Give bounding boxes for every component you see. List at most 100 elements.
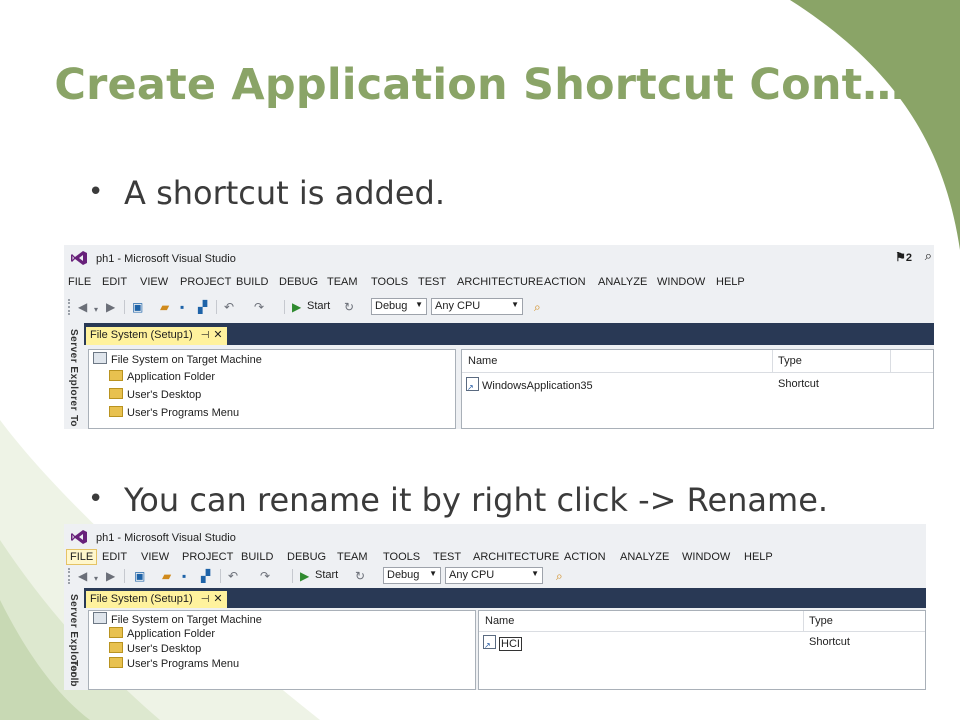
list-item[interactable]: HCI bbox=[483, 635, 522, 651]
quick-launch-icon[interactable]: ⌕ bbox=[925, 248, 932, 264]
dropdown-arrow-icon[interactable]: ▾ bbox=[94, 303, 98, 317]
redo-icon[interactable]: ↷ bbox=[254, 300, 264, 314]
menu-project[interactable]: PROJECT bbox=[182, 551, 233, 563]
menu-tools[interactable]: TOOLS bbox=[371, 276, 408, 288]
tab-file-system[interactable]: File System (Setup1) ⊣ ✕ bbox=[86, 327, 227, 345]
start-debug-icon[interactable]: ▶ bbox=[292, 300, 301, 314]
menu-window[interactable]: WINDOW bbox=[657, 276, 705, 288]
start-button[interactable]: Start bbox=[315, 569, 338, 581]
redo-icon[interactable]: ↷ bbox=[260, 569, 270, 583]
find-in-files-icon[interactable]: ⌕ bbox=[534, 300, 541, 314]
menu-test[interactable]: TEST bbox=[433, 551, 461, 563]
menu-view[interactable]: VIEW bbox=[140, 276, 168, 288]
undo-icon[interactable]: ↶ bbox=[228, 569, 238, 583]
tree-item-target-machine[interactable]: File System on Target Machine bbox=[93, 612, 262, 626]
menu-analyze[interactable]: ANALYZE bbox=[620, 551, 669, 563]
tree-item-users-desktop[interactable]: User's Desktop bbox=[109, 388, 201, 401]
column-divider[interactable] bbox=[772, 350, 773, 372]
menu-tools[interactable]: TOOLS bbox=[383, 551, 420, 563]
save-all-icon[interactable]: ▞ bbox=[198, 300, 207, 314]
save-icon[interactable]: ▪ bbox=[180, 300, 184, 314]
navigate-forward-icon[interactable]: ▶ bbox=[106, 300, 115, 314]
refresh-icon[interactable]: ↻ bbox=[355, 569, 365, 583]
vs-screenshot-shortcut-added: ph1 - Microsoft Visual Studio ⚑2 ⌕ FILE … bbox=[64, 245, 934, 429]
column-header-type[interactable]: Type bbox=[809, 615, 833, 627]
tree-label: User's Desktop bbox=[127, 643, 202, 655]
dropdown-arrow-icon[interactable]: ▾ bbox=[94, 572, 98, 586]
open-file-icon[interactable]: ▰ bbox=[162, 569, 171, 583]
new-project-icon[interactable]: ▣ bbox=[134, 569, 145, 583]
list-header: Name Type bbox=[462, 350, 933, 373]
column-divider[interactable] bbox=[803, 611, 804, 631]
undo-icon[interactable]: ↶ bbox=[224, 300, 234, 314]
tree-item-users-desktop[interactable]: User's Desktop bbox=[109, 642, 201, 655]
menu-architecture[interactable]: ARCHITECTURE bbox=[457, 276, 543, 288]
server-explorer-tab[interactable]: Server Explorer bbox=[68, 329, 79, 411]
start-button[interactable]: Start bbox=[307, 300, 330, 312]
column-divider[interactable] bbox=[890, 350, 891, 372]
rename-input[interactable]: HCI bbox=[499, 637, 522, 651]
tree-item-application-folder[interactable]: Application Folder bbox=[109, 627, 215, 640]
list-item[interactable]: WindowsApplication35 bbox=[466, 377, 593, 392]
tree-item-users-programs-menu[interactable]: User's Programs Menu bbox=[109, 406, 239, 419]
menu-debug[interactable]: DEBUG bbox=[287, 551, 326, 563]
toolbox-tab[interactable]: Toolb bbox=[68, 660, 79, 686]
list-header: Name Type bbox=[479, 611, 925, 632]
menu-debug[interactable]: DEBUG bbox=[279, 276, 318, 288]
menu-build[interactable]: BUILD bbox=[236, 276, 268, 288]
menu-help[interactable]: HELP bbox=[744, 551, 773, 563]
navigate-back-icon[interactable]: ◀ bbox=[78, 569, 87, 583]
menu-build[interactable]: BUILD bbox=[241, 551, 273, 563]
close-icon[interactable]: ✕ bbox=[213, 593, 222, 605]
visual-studio-logo-icon bbox=[71, 251, 87, 265]
platform-select[interactable]: Any CPU ▼ bbox=[445, 567, 543, 584]
menu-action[interactable]: ACTION bbox=[564, 551, 606, 563]
notification-flag[interactable]: ⚑2 bbox=[895, 250, 912, 264]
tree-item-users-programs-menu[interactable]: User's Programs Menu bbox=[109, 657, 239, 670]
column-header-name[interactable]: Name bbox=[485, 615, 514, 627]
chevron-down-icon: ▼ bbox=[511, 300, 519, 309]
open-file-icon[interactable]: ▰ bbox=[160, 300, 169, 314]
menu-analyze[interactable]: ANALYZE bbox=[598, 276, 647, 288]
menu-action[interactable]: ACTION bbox=[544, 276, 586, 288]
menu-project[interactable]: PROJECT bbox=[180, 276, 231, 288]
menu-architecture[interactable]: ARCHITECTURE bbox=[473, 551, 559, 563]
tree-item-application-folder[interactable]: Application Folder bbox=[109, 370, 215, 383]
column-header-type[interactable]: Type bbox=[778, 355, 802, 367]
menu-team[interactable]: TEAM bbox=[327, 276, 358, 288]
menu-team[interactable]: TEAM bbox=[337, 551, 368, 563]
menu-help[interactable]: HELP bbox=[716, 276, 745, 288]
tab-file-system[interactable]: File System (Setup1) ⊣ ✕ bbox=[86, 591, 227, 608]
save-all-icon[interactable]: ▞ bbox=[201, 569, 210, 583]
platform-select[interactable]: Any CPU ▼ bbox=[431, 298, 523, 315]
toolbar-separator bbox=[124, 569, 125, 583]
bullet-dot: • bbox=[88, 484, 104, 514]
toolbar-grip[interactable] bbox=[68, 299, 74, 315]
navigate-forward-icon[interactable]: ▶ bbox=[106, 569, 115, 583]
menu-window[interactable]: WINDOW bbox=[682, 551, 730, 563]
column-header-name[interactable]: Name bbox=[468, 355, 497, 367]
pin-icon[interactable]: ⊣ bbox=[201, 330, 210, 341]
toolbox-tab[interactable]: To bbox=[68, 415, 79, 426]
platform-value: Any CPU bbox=[435, 300, 481, 312]
refresh-icon[interactable]: ↻ bbox=[344, 300, 354, 314]
menu-file[interactable]: FILE bbox=[68, 276, 91, 288]
standard-toolbar: ◀ ▾ ▶ ▣ ▰ ▪ ▞ ↶ ↷ ▶ Start ↻ Debug ▼ Any C… bbox=[64, 564, 926, 588]
menu-file[interactable]: FILE bbox=[66, 549, 98, 565]
tree-item-target-machine[interactable]: File System on Target Machine bbox=[93, 352, 262, 366]
solution-config-select[interactable]: Debug ▼ bbox=[371, 298, 427, 315]
menu-edit[interactable]: EDIT bbox=[102, 276, 127, 288]
find-in-files-icon[interactable]: ⌕ bbox=[556, 569, 563, 583]
pin-icon[interactable]: ⊣ bbox=[201, 594, 210, 605]
new-project-icon[interactable]: ▣ bbox=[132, 300, 143, 314]
side-tool-strip: Server Explorer To bbox=[64, 323, 84, 429]
close-icon[interactable]: ✕ bbox=[213, 329, 222, 341]
toolbar-grip[interactable] bbox=[68, 568, 74, 584]
menu-test[interactable]: TEST bbox=[418, 276, 446, 288]
solution-config-select[interactable]: Debug ▼ bbox=[383, 567, 441, 584]
menu-edit[interactable]: EDIT bbox=[102, 551, 127, 563]
menu-view[interactable]: VIEW bbox=[141, 551, 169, 563]
navigate-back-icon[interactable]: ◀ bbox=[78, 300, 87, 314]
start-debug-icon[interactable]: ▶ bbox=[300, 569, 309, 583]
save-icon[interactable]: ▪ bbox=[182, 569, 186, 583]
